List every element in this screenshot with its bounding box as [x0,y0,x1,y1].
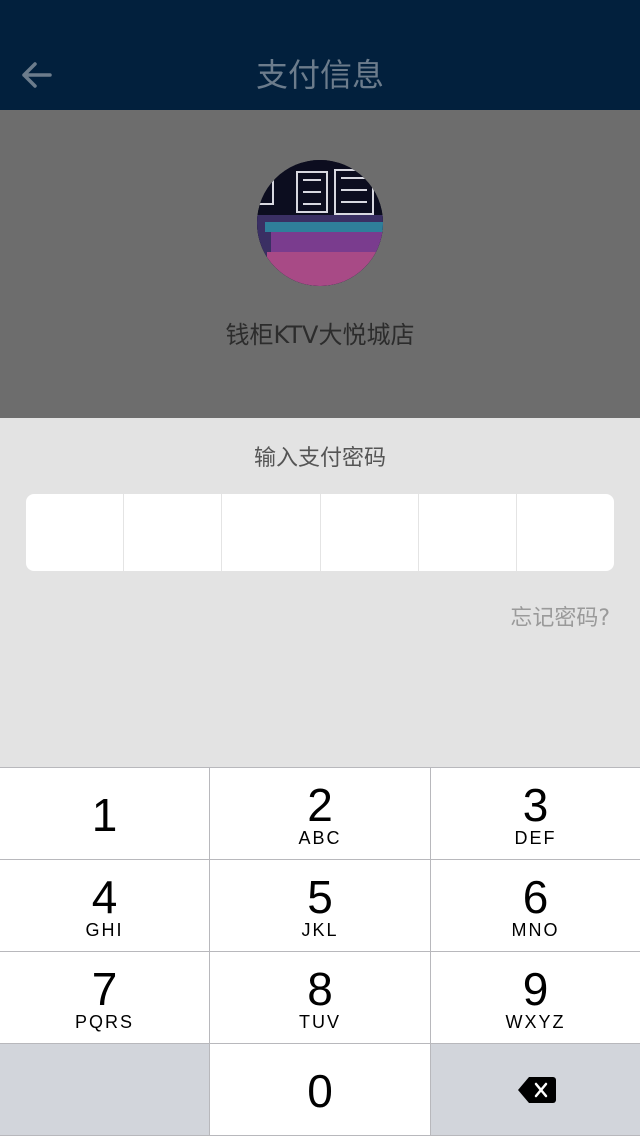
password-title: 输入支付密码 [253,446,386,471]
key-2[interactable]: 2 ABC [210,768,430,859]
password-cell [321,494,419,571]
key-letters: TUV [299,1012,341,1032]
key-letters: MNO [511,920,560,940]
key-letters: DEF [514,828,557,848]
password-cell [222,494,321,571]
merchant-name: 钱柜KTV大悦城店 [225,321,415,349]
key-number: 5 [307,871,333,923]
merchant-avatar [257,160,383,286]
delete-button[interactable] [431,1044,640,1135]
key-4[interactable]: 4 GHI [0,860,209,951]
key-letters: PQRS [74,1012,134,1032]
forgot-password-link[interactable]: 忘记密码? [510,600,610,632]
key-letters: WXYZ [505,1012,566,1032]
backspace-icon [518,1077,556,1103]
key-letters: GHI [85,920,124,940]
password-cell [26,494,125,571]
key-letters: JKL [301,920,339,940]
key-0[interactable]: 0 [210,1044,430,1135]
key-letters: ABC [298,828,342,848]
key-9[interactable]: 9 WXYZ [431,952,640,1043]
password-cell [517,494,614,571]
key-number: 4 [91,871,118,923]
merchant-info: 钱柜KTV大悦城店 [0,110,640,418]
key-8[interactable]: 8 TUV [210,952,430,1043]
key-6[interactable]: 6 MNO [431,860,640,951]
key-number: 8 [307,963,333,1015]
key-7[interactable]: 7 PQRS [0,952,209,1043]
key-5[interactable]: 5 JKL [210,860,430,951]
password-input[interactable] [26,494,614,571]
key-number: 2 [307,779,333,831]
key-1[interactable]: 1 [0,768,209,859]
page-title: 支付信息 [255,56,384,94]
key-number: 0 [307,1065,333,1117]
key-blank [0,1044,209,1135]
key-3[interactable]: 3 DEF [431,768,640,859]
key-number: 6 [522,871,549,923]
password-cell [124,494,223,571]
key-number: 9 [522,963,549,1015]
key-number: 3 [522,779,549,831]
navbar: 支付信息 [0,0,640,110]
number-keypad: 1 2 ABC 3 DEF 4 GHI 5 JKL 6 MNO 7 PQRS 8… [0,767,640,1136]
password-cell [419,494,517,571]
key-number: 1 [91,789,118,841]
key-number: 7 [91,963,118,1015]
